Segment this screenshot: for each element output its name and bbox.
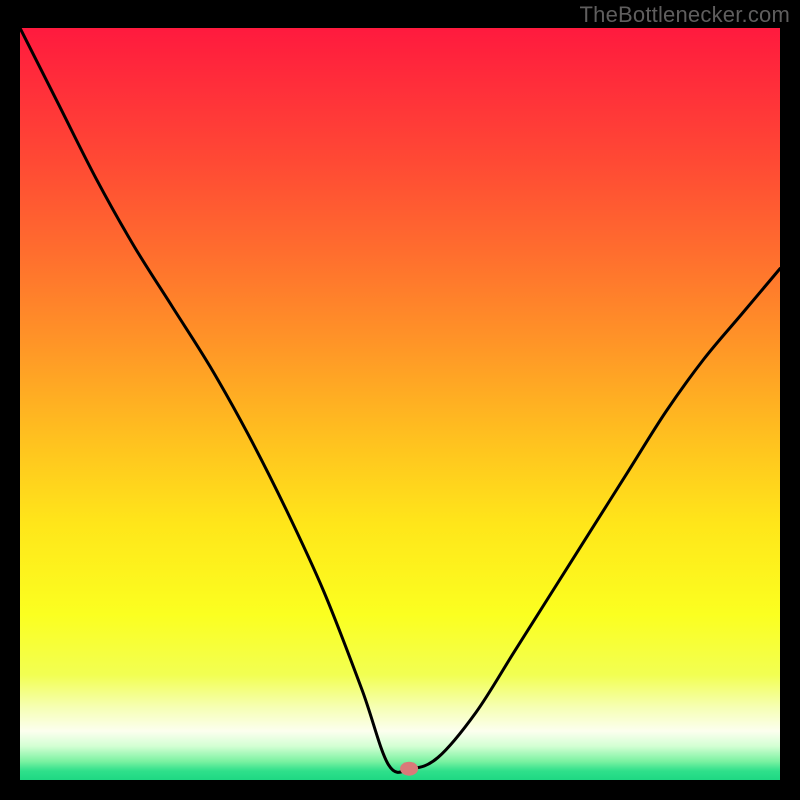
min-marker [400, 762, 418, 776]
gradient-background [20, 28, 780, 780]
bottleneck-chart [20, 28, 780, 780]
watermark-text: TheBottlenecker.com [580, 2, 790, 28]
plot-area [20, 28, 780, 780]
chart-frame: TheBottlenecker.com [0, 0, 800, 800]
